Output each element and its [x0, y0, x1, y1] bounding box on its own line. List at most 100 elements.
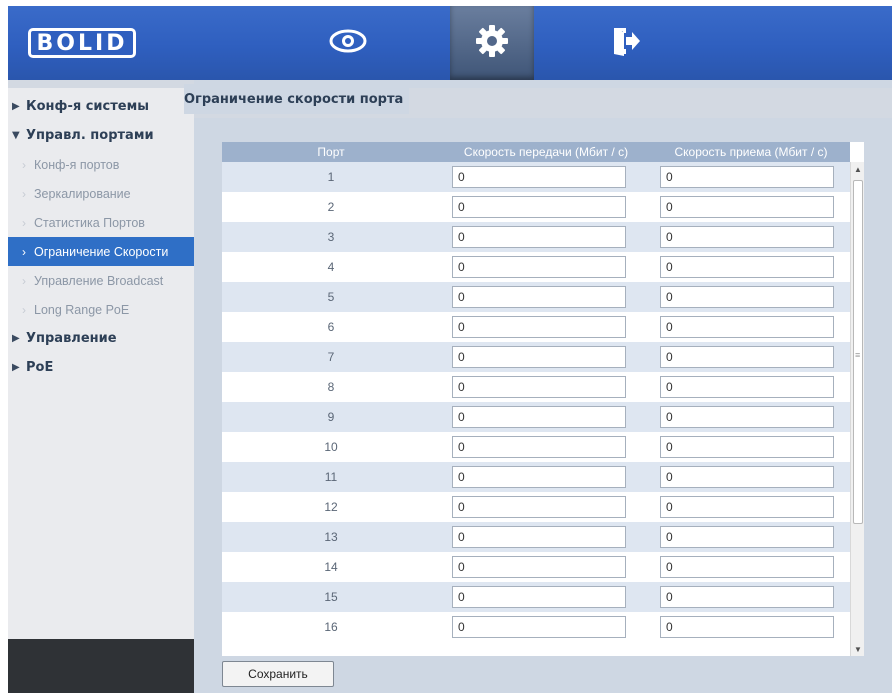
port-number: 16 — [324, 620, 338, 634]
rx-rate-input[interactable] — [660, 526, 834, 548]
port-number: 7 — [327, 350, 335, 364]
rx-rate-input[interactable] — [660, 166, 834, 188]
port-number: 15 — [324, 590, 338, 604]
tx-rate-input[interactable] — [452, 286, 626, 308]
column-header-port: Порт — [317, 145, 345, 159]
tx-rate-input[interactable] — [452, 226, 626, 248]
sidebar-group-label: Управление — [26, 331, 117, 346]
table-row: 13 — [222, 522, 850, 552]
rx-rate-input[interactable] — [660, 256, 834, 278]
chevron-right-icon: › — [22, 302, 26, 317]
scroll-down-arrow-icon[interactable]: ▼ — [851, 642, 864, 656]
port-number: 12 — [324, 500, 338, 514]
tx-rate-input[interactable] — [452, 346, 626, 368]
tx-rate-input[interactable] — [452, 586, 626, 608]
rx-rate-input[interactable] — [660, 616, 834, 638]
sidebar-item-long-range-poe[interactable]: › Long Range PoE — [8, 295, 194, 324]
port-number: 4 — [327, 260, 335, 274]
sidebar-group-poe[interactable]: ▶ PoE — [8, 353, 194, 382]
tx-rate-input[interactable] — [452, 616, 626, 638]
sidebar-item-port-config[interactable]: › Конф-я портов — [8, 150, 194, 179]
rx-rate-input[interactable] — [660, 316, 834, 338]
nav-view-button[interactable] — [306, 6, 390, 80]
rx-rate-input[interactable] — [660, 376, 834, 398]
grip-icon: ≡ — [855, 350, 861, 360]
tx-rate-input[interactable] — [452, 436, 626, 458]
table-scrollbar[interactable]: ▲ ≡ ▼ — [850, 162, 864, 656]
tx-rate-input[interactable] — [452, 526, 626, 548]
rx-rate-input[interactable] — [660, 406, 834, 428]
rx-rate-input[interactable] — [660, 466, 834, 488]
expand-triangle-icon: ▶ — [12, 333, 20, 344]
rx-rate-input[interactable] — [660, 286, 834, 308]
port-number: 13 — [324, 530, 338, 544]
exit-door-icon — [611, 25, 641, 62]
gear-icon — [475, 24, 509, 63]
rx-rate-input[interactable] — [660, 556, 834, 578]
tx-rate-input[interactable] — [452, 466, 626, 488]
sidebar-item-rate-limit[interactable]: › Ограничение Скорости — [8, 237, 194, 266]
sidebar-item-label: Статистика Портов — [34, 215, 145, 230]
sidebar-item-port-statistics[interactable]: › Статистика Портов — [8, 208, 194, 237]
table-row: 2 — [222, 192, 850, 222]
tx-rate-input[interactable] — [452, 556, 626, 578]
tx-rate-input[interactable] — [452, 256, 626, 278]
port-number: 5 — [327, 290, 335, 304]
collapse-triangle-icon: ▼ — [12, 130, 20, 141]
sidebar-menu: ▶ Конф-я системы ▼ Управл. портами › Кон… — [8, 88, 194, 382]
table-row: 4 — [222, 252, 850, 282]
tx-rate-input[interactable] — [452, 196, 626, 218]
sidebar-item-label: Конф-я портов — [34, 157, 120, 172]
sidebar-item-broadcast[interactable]: › Управление Broadcast — [8, 266, 194, 295]
table-row: 16 — [222, 612, 850, 642]
sidebar-group-management[interactable]: ▶ Управление — [8, 324, 194, 353]
port-number: 14 — [324, 560, 338, 574]
table-row: 8 — [222, 372, 850, 402]
sidebar-item-label: Зеркалирование — [34, 186, 131, 201]
port-number: 8 — [327, 380, 335, 394]
bolid-logo: BOLID — [28, 28, 136, 58]
port-number: 1 — [327, 170, 335, 184]
table-body: 1 2 3 4 5 — [222, 162, 850, 642]
top-header: BOLID — [8, 6, 892, 80]
chevron-right-icon: › — [22, 157, 26, 172]
chevron-right-icon: › — [22, 186, 26, 201]
port-number: 2 — [327, 200, 335, 214]
table-row: 15 — [222, 582, 850, 612]
save-button[interactable]: Сохранить — [222, 661, 334, 687]
sidebar-group-system-config[interactable]: ▶ Конф-я системы — [8, 92, 194, 121]
table-header: Порт Скорость передачи (Мбит / с) Скорос… — [222, 142, 850, 162]
nav-settings-button[interactable] — [450, 6, 534, 80]
table-row: 3 — [222, 222, 850, 252]
column-header-tx-rate: Скорость передачи (Мбит / с) — [463, 145, 629, 159]
expand-triangle-icon: ▶ — [12, 101, 20, 112]
rx-rate-input[interactable] — [660, 496, 834, 518]
scrollbar-thumb[interactable]: ≡ — [853, 180, 863, 524]
sidebar-item-mirroring[interactable]: › Зеркалирование — [8, 179, 194, 208]
rx-rate-input[interactable] — [660, 346, 834, 368]
rx-rate-input[interactable] — [660, 436, 834, 458]
tx-rate-input[interactable] — [452, 496, 626, 518]
tx-rate-input[interactable] — [452, 376, 626, 398]
sidebar: ▶ Конф-я системы ▼ Управл. портами › Кон… — [8, 80, 194, 693]
chevron-right-icon: › — [22, 215, 26, 230]
sidebar-item-label: Управление Broadcast — [34, 273, 164, 288]
nav-logout-button[interactable] — [584, 6, 668, 80]
table-row: 6 — [222, 312, 850, 342]
rx-rate-input[interactable] — [660, 226, 834, 248]
table-row: 14 — [222, 552, 850, 582]
column-header-rx-rate: Скорость приема (Мбит / с) — [674, 145, 828, 159]
scroll-up-arrow-icon[interactable]: ▲ — [851, 162, 864, 176]
table-row: 11 — [222, 462, 850, 492]
rx-rate-input[interactable] — [660, 586, 834, 608]
tx-rate-input[interactable] — [452, 166, 626, 188]
table-row: 10 — [222, 432, 850, 462]
sidebar-group-port-management[interactable]: ▼ Управл. портами — [8, 121, 194, 150]
tx-rate-input[interactable] — [452, 406, 626, 428]
port-number: 3 — [327, 230, 335, 244]
table-row: 9 — [222, 402, 850, 432]
tx-rate-input[interactable] — [452, 316, 626, 338]
sidebar-group-label: PoE — [26, 360, 54, 375]
rx-rate-input[interactable] — [660, 196, 834, 218]
sidebar-group-label: Конф-я системы — [26, 99, 149, 114]
